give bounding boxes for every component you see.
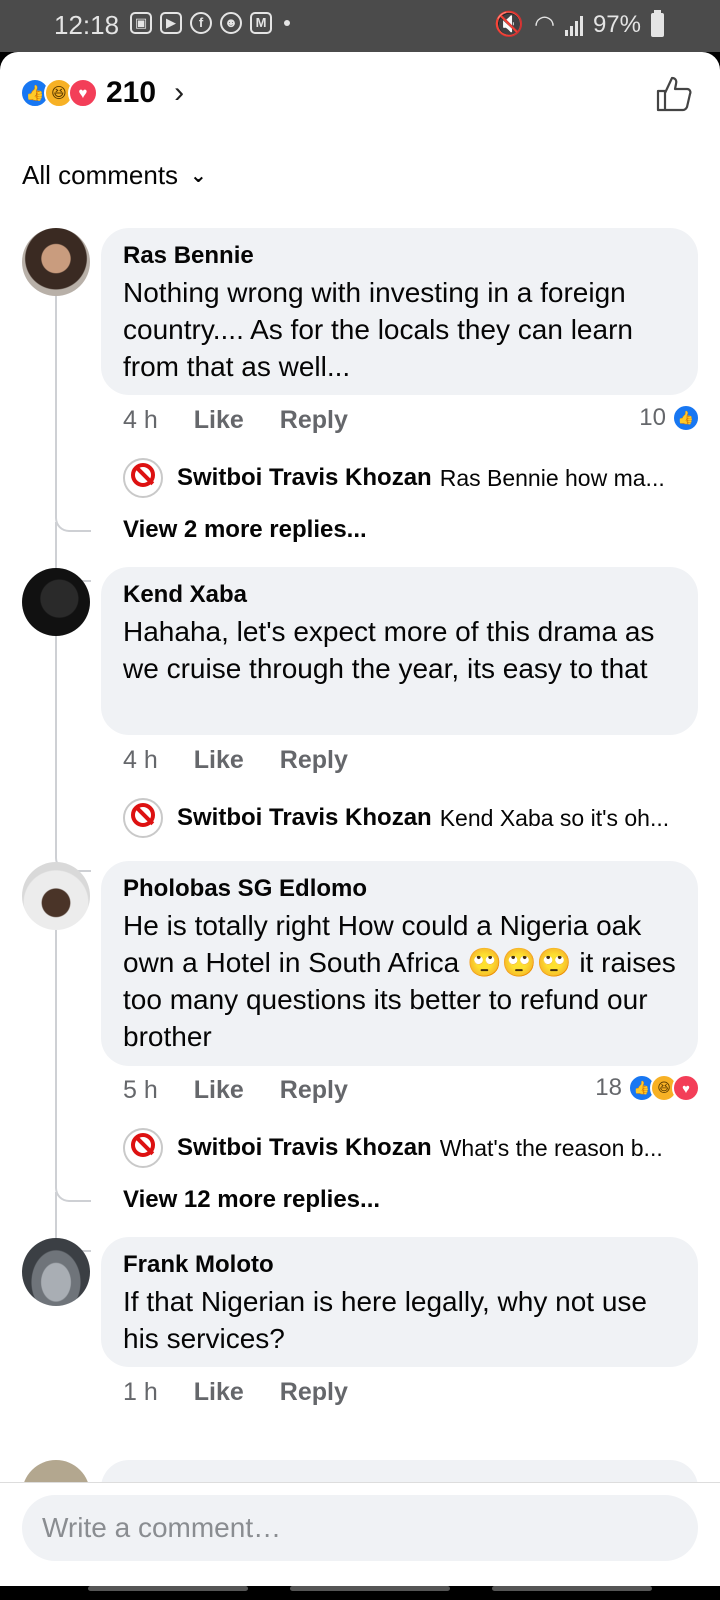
comment-composer — [0, 1482, 720, 1586]
comment-time: 4 h — [123, 746, 158, 774]
reaction-count: 210 — [106, 76, 157, 109]
filter-label: All comments — [22, 160, 179, 190]
more-notifications-icon — [284, 20, 290, 26]
reply-button[interactable]: Reply — [280, 746, 348, 775]
comment-reactions[interactable]: 10 👍 — [639, 404, 700, 432]
comment-author[interactable]: Pholobas SG Edlomo — [123, 875, 678, 903]
signal-icon — [564, 14, 583, 36]
reply-text: Kend Xaba so it's oh... — [439, 804, 670, 831]
view-more-replies-link[interactable]: View 12 more replies... — [123, 1186, 380, 1214]
like-button[interactable]: Like — [194, 746, 244, 775]
like-post-button[interactable] — [654, 74, 694, 114]
reply-button[interactable]: Reply — [280, 1076, 348, 1105]
comments-filter-dropdown[interactable]: All comments ⌄ — [22, 160, 207, 191]
gmail-icon: M — [250, 12, 272, 34]
comment-actions: 4 h Like Reply — [123, 406, 348, 435]
love-reaction-icon: ♥ — [672, 1074, 700, 1102]
comment-time: 1 h — [123, 1378, 158, 1406]
notification-icons: ▣ ▶ f ☻ M — [130, 12, 290, 34]
comment-actions: 4 h Like Reply — [123, 746, 348, 775]
comment-bubble[interactable]: Kend Xaba Hahaha, let's expect more of t… — [101, 567, 698, 735]
comment-time: 4 h — [123, 406, 158, 434]
avatar[interactable] — [22, 228, 90, 296]
reply-preview[interactable]: Switboi Travis Khozan Kend Xaba so it's … — [123, 798, 698, 838]
comments-sheet: 👍 😆 ♥ 210 › All comments ⌄ Ras Bennie No… — [0, 52, 720, 1532]
like-button[interactable]: Like — [194, 406, 244, 435]
comment-text: Nothing wrong with investing in a foreig… — [123, 277, 633, 382]
like-button[interactable]: Like — [194, 1076, 244, 1105]
comment-bubble[interactable]: Ras Bennie Nothing wrong with investing … — [101, 228, 698, 395]
battery-icon — [651, 9, 664, 37]
comment-reactions[interactable]: 18 👍 😆 ♥ — [595, 1074, 700, 1102]
reply-button[interactable]: Reply — [280, 1378, 348, 1407]
comment-reaction-count: 18 — [595, 1074, 622, 1101]
thread-line — [55, 930, 91, 1202]
system-nav-bar — [0, 1586, 720, 1600]
back-button[interactable] — [492, 1586, 652, 1591]
comment-author[interactable]: Kend Xaba — [123, 581, 678, 609]
gallery-icon: ▣ — [130, 12, 152, 34]
reply-author: Switboi Travis Khozan — [177, 804, 432, 831]
mute-icon: 🔇 — [494, 11, 524, 38]
reply-text: What's the reason b... — [439, 1134, 663, 1161]
reply-author: Switboi Travis Khozan — [177, 464, 432, 491]
comment-author[interactable]: Ras Bennie — [123, 242, 678, 270]
like-reaction-icon: 👍 — [672, 404, 700, 432]
comment-bubble[interactable]: Pholobas SG Edlomo He is totally right H… — [101, 861, 698, 1066]
comment-text: Hahaha, let's expect more of this drama … — [123, 616, 655, 684]
comment-author[interactable]: Frank Moloto — [123, 1251, 678, 1279]
reply-avatar[interactable] — [123, 1128, 163, 1168]
like-button[interactable]: Like — [194, 1378, 244, 1407]
avatar[interactable] — [22, 862, 90, 930]
comment-reaction-count: 10 — [639, 404, 666, 431]
facebook-icon: f — [190, 12, 212, 34]
reply-preview[interactable]: Switboi Travis Khozan What's the reason … — [123, 1128, 698, 1168]
avatar[interactable] — [22, 568, 90, 636]
avatar[interactable] — [22, 1238, 90, 1306]
reply-avatar[interactable] — [123, 458, 163, 498]
android-icon: ☻ — [220, 12, 242, 34]
comment-actions: 1 h Like Reply — [123, 1378, 348, 1407]
reply-preview[interactable]: Switboi Travis Khozan Ras Bennie how ma.… — [123, 458, 698, 498]
home-button[interactable] — [290, 1586, 450, 1591]
battery-percent: 97% — [592, 10, 641, 38]
view-more-replies-link[interactable]: View 2 more replies... — [123, 516, 367, 544]
youtube-icon: ▶ — [160, 12, 182, 34]
comment-bubble[interactable]: Frank Moloto If that Nigerian is here le… — [101, 1237, 698, 1367]
comment-time: 5 h — [123, 1076, 158, 1104]
chevron-right-icon: › — [174, 76, 185, 109]
thread-line — [55, 292, 91, 532]
comment-text: He is totally right How could a Nigeria … — [123, 910, 676, 1052]
status-bar: 12:18 ▣ ▶ f ☻ M 🔇 ◠ 97% — [0, 0, 720, 52]
reply-author: Switboi Travis Khozan — [177, 1134, 432, 1161]
comment-actions: 5 h Like Reply — [123, 1076, 348, 1105]
recents-button[interactable] — [88, 1586, 248, 1591]
reply-avatar[interactable] — [123, 798, 163, 838]
status-time: 12:18 — [54, 10, 120, 40]
status-right: 🔇 ◠ 97% — [494, 9, 664, 39]
comment-text: If that Nigerian is here legally, why no… — [123, 1286, 647, 1354]
chevron-down-icon: ⌄ — [190, 165, 207, 187]
love-reaction-icon: ♥ — [68, 78, 98, 108]
reply-text: Ras Bennie how ma... — [439, 464, 665, 491]
thread-line — [55, 636, 91, 872]
comment-input[interactable] — [22, 1495, 698, 1561]
reply-button[interactable]: Reply — [280, 406, 348, 435]
wifi-icon: ◠ — [534, 11, 555, 38]
reactions-summary[interactable]: 👍 😆 ♥ 210 › — [20, 76, 184, 110]
